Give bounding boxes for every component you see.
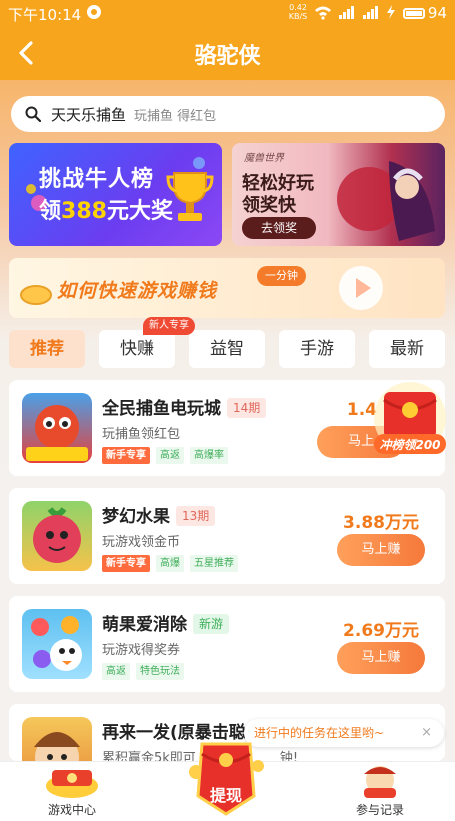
withdraw-icon (189, 742, 264, 816)
game-icon (22, 717, 92, 761)
period-tag: 14期 (227, 398, 267, 418)
earn-now-button[interactable]: 马上赚 (337, 534, 425, 566)
game-description: 玩游戏得奖券 (102, 643, 181, 658)
tab-newest[interactable]: 最新 (369, 330, 445, 368)
duration-badge: 一分钟 (257, 266, 306, 286)
coin-icon (20, 285, 52, 305)
game-description: 玩游戏领金币 (102, 535, 181, 550)
game-name: 梦幻水果 13期 (102, 502, 216, 527)
nav-game-center[interactable]: 游戏中心 (12, 762, 132, 821)
promo-red-packet[interactable]: 冲榜领200 (370, 378, 450, 462)
wifi-icon (315, 6, 331, 20)
period-tag: 13期 (176, 506, 216, 526)
fruit-character-icon (33, 507, 81, 563)
label-feature: 特色玩法 (136, 663, 184, 680)
records-icon (364, 766, 396, 798)
search-placeholder: 玩捕鱼 得红包 (134, 108, 217, 124)
label-feature: 高返 (102, 663, 130, 680)
search-icon (25, 106, 41, 122)
nav-label: 游戏中心 (47, 803, 96, 817)
tab-quick-earn[interactable]: 快赚 (99, 330, 175, 368)
game-labels: 高返 特色玩法 (102, 663, 184, 680)
earn-now-button[interactable]: 马上赚 (337, 642, 425, 674)
label-novice: 新手专享 (102, 447, 150, 464)
promo-text: 冲榜领200 (379, 438, 441, 452)
toast-text: 进行中的任务在这里哟~ (254, 726, 385, 740)
new-user-badge: 新人专享 (143, 317, 195, 335)
tab-recommended[interactable]: 推荐 (9, 330, 85, 368)
label-feature: 高爆 (156, 555, 184, 572)
reward-amount: 3.88万元 (343, 513, 419, 533)
candy-character-icon (31, 616, 82, 671)
character-illustration (337, 161, 435, 241)
banner-leaderboard[interactable]: 挑战牛人榜 领388元大奖 (9, 143, 222, 246)
task-toast: 进行中的任务在这里哟~ × (244, 719, 444, 747)
hero-character-icon (34, 732, 80, 761)
withdraw-label: 提现 (209, 786, 242, 805)
status-bar: 下午10:14 0.42 KB/S 94 (0, 0, 455, 26)
banner-subtitle: 领奖快 (242, 195, 296, 216)
game-card[interactable]: 萌果爱消除 新游 玩游戏得奖券 高返 特色玩法 2.69万元 马上赚 (9, 596, 445, 692)
charging-icon (387, 5, 395, 19)
game-name: 萌果爱消除 新游 (102, 610, 230, 635)
banner-title: 挑战牛人榜 (39, 167, 155, 192)
game-labels: 新手专享 高爆 五星推荐 (102, 555, 238, 572)
label-feature: 高返 (156, 447, 184, 464)
new-game-tag: 新游 (193, 614, 230, 634)
search-query: 天天乐捕鱼 (51, 105, 127, 124)
battery-icon (402, 7, 425, 19)
game-icon (22, 501, 92, 571)
claim-reward-button[interactable]: 去领奖 (242, 217, 316, 239)
howto-text: 如何快速游戏赚钱 (57, 280, 218, 302)
nav-records[interactable]: 参与记录 (320, 762, 440, 821)
banner-subtitle: 领388元大奖 (39, 199, 173, 224)
label-novice: 新手专享 (102, 555, 150, 572)
close-icon[interactable]: × (421, 719, 432, 747)
signal-icon-2 (363, 6, 378, 19)
play-icon[interactable] (337, 264, 385, 312)
game-name: 全民捕鱼电玩城 14期 (102, 394, 267, 419)
nav-label: 参与记录 (355, 803, 404, 817)
app-notification-icon (87, 5, 101, 19)
search-bar[interactable]: 天天乐捕鱼 玩捕鱼 得红包 (11, 96, 445, 132)
game-description: 玩捕鱼领红包 (102, 427, 181, 442)
game-brand-logo: 魔兽世界 (244, 153, 284, 164)
game-icon (22, 609, 92, 679)
withdraw-button[interactable]: 提现 (180, 738, 272, 818)
signal-icon-1 (339, 6, 354, 19)
howto-video-banner[interactable]: 如何快速游戏赚钱 一分钟 (9, 258, 445, 318)
label-feature: 五星推荐 (190, 555, 238, 572)
net-speed: 0.42 KB/S (288, 3, 308, 21)
app-header: 骆驼侠 (0, 26, 455, 80)
status-time: 下午10:14 (8, 6, 82, 24)
game-icon (22, 393, 92, 463)
game-center-icon (46, 770, 98, 798)
trophy-icon (166, 172, 214, 221)
banner-game-ad[interactable]: 魔兽世界 轻松好玩 领奖快 去领奖 (232, 143, 445, 246)
page-title: 骆驼侠 (194, 44, 261, 69)
reward-amount: 2.69万元 (343, 621, 419, 641)
label-feature: 高爆率 (190, 447, 228, 464)
battery-level: 94 (427, 4, 447, 22)
game-labels: 新手专享 高返 高爆率 (102, 447, 228, 464)
game-card[interactable]: 梦幻水果 13期 玩游戏领金币 新手专享 高爆 五星推荐 3.88万元 马上赚 (9, 488, 445, 584)
fish-character-icon (26, 405, 88, 461)
tab-puzzle[interactable]: 益智 (189, 330, 265, 368)
category-tabs: 推荐 快赚 益智 手游 最新 新人专享 (9, 317, 445, 368)
tab-mobile-games[interactable]: 手游 (279, 330, 355, 368)
battery: 94 (402, 4, 447, 22)
